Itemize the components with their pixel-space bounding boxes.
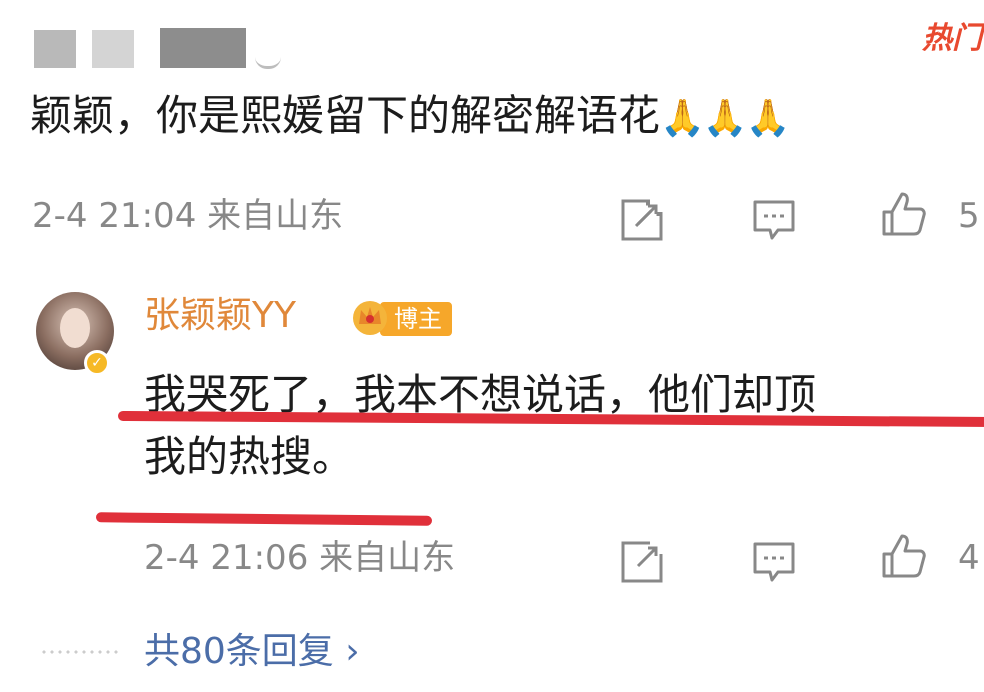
share-icon[interactable]	[618, 196, 666, 244]
comment-text-line: 我的热搜。	[144, 432, 355, 481]
comment-icon[interactable]	[750, 196, 798, 244]
comment-meta: 2-4 21:04 来自山东	[32, 194, 343, 238]
view-replies-link[interactable]: 共80条回复 ›	[144, 628, 360, 676]
red-underline	[95, 512, 433, 526]
comment-location: 来自山东	[207, 196, 344, 236]
blurred-username	[34, 30, 76, 68]
like-count: 4	[958, 538, 980, 578]
like-icon[interactable]	[880, 190, 928, 238]
comment-text: 颖颖，你是熙媛留下的解密解语花🙏🙏🙏	[30, 86, 791, 149]
comment-date: 2-4 21:06	[144, 538, 309, 578]
comment-date: 2-4 21:04	[32, 196, 197, 236]
blurred-username	[92, 30, 134, 68]
comment-text-content: 颖颖，你是熙媛留下的解密解语花	[30, 91, 661, 140]
comment-meta: 2-4 21:06 来自山东	[144, 536, 455, 580]
crown-icon	[350, 298, 390, 336]
verified-badge-icon: ✓	[84, 350, 110, 376]
comment-icon[interactable]	[750, 538, 798, 586]
hot-tag: 热门	[922, 21, 982, 56]
blurred-mark	[255, 52, 281, 69]
blurred-username	[160, 28, 246, 68]
like-count: 5	[958, 196, 980, 236]
divider-dots	[40, 650, 120, 654]
pray-emoji: 🙏🙏🙏	[660, 97, 790, 139]
like-icon[interactable]	[880, 532, 928, 580]
blogger-badge: 博主	[380, 302, 452, 336]
comment-location: 来自山东	[319, 538, 456, 578]
share-icon[interactable]	[618, 538, 666, 586]
username[interactable]: 张颖颖YY	[144, 292, 296, 340]
